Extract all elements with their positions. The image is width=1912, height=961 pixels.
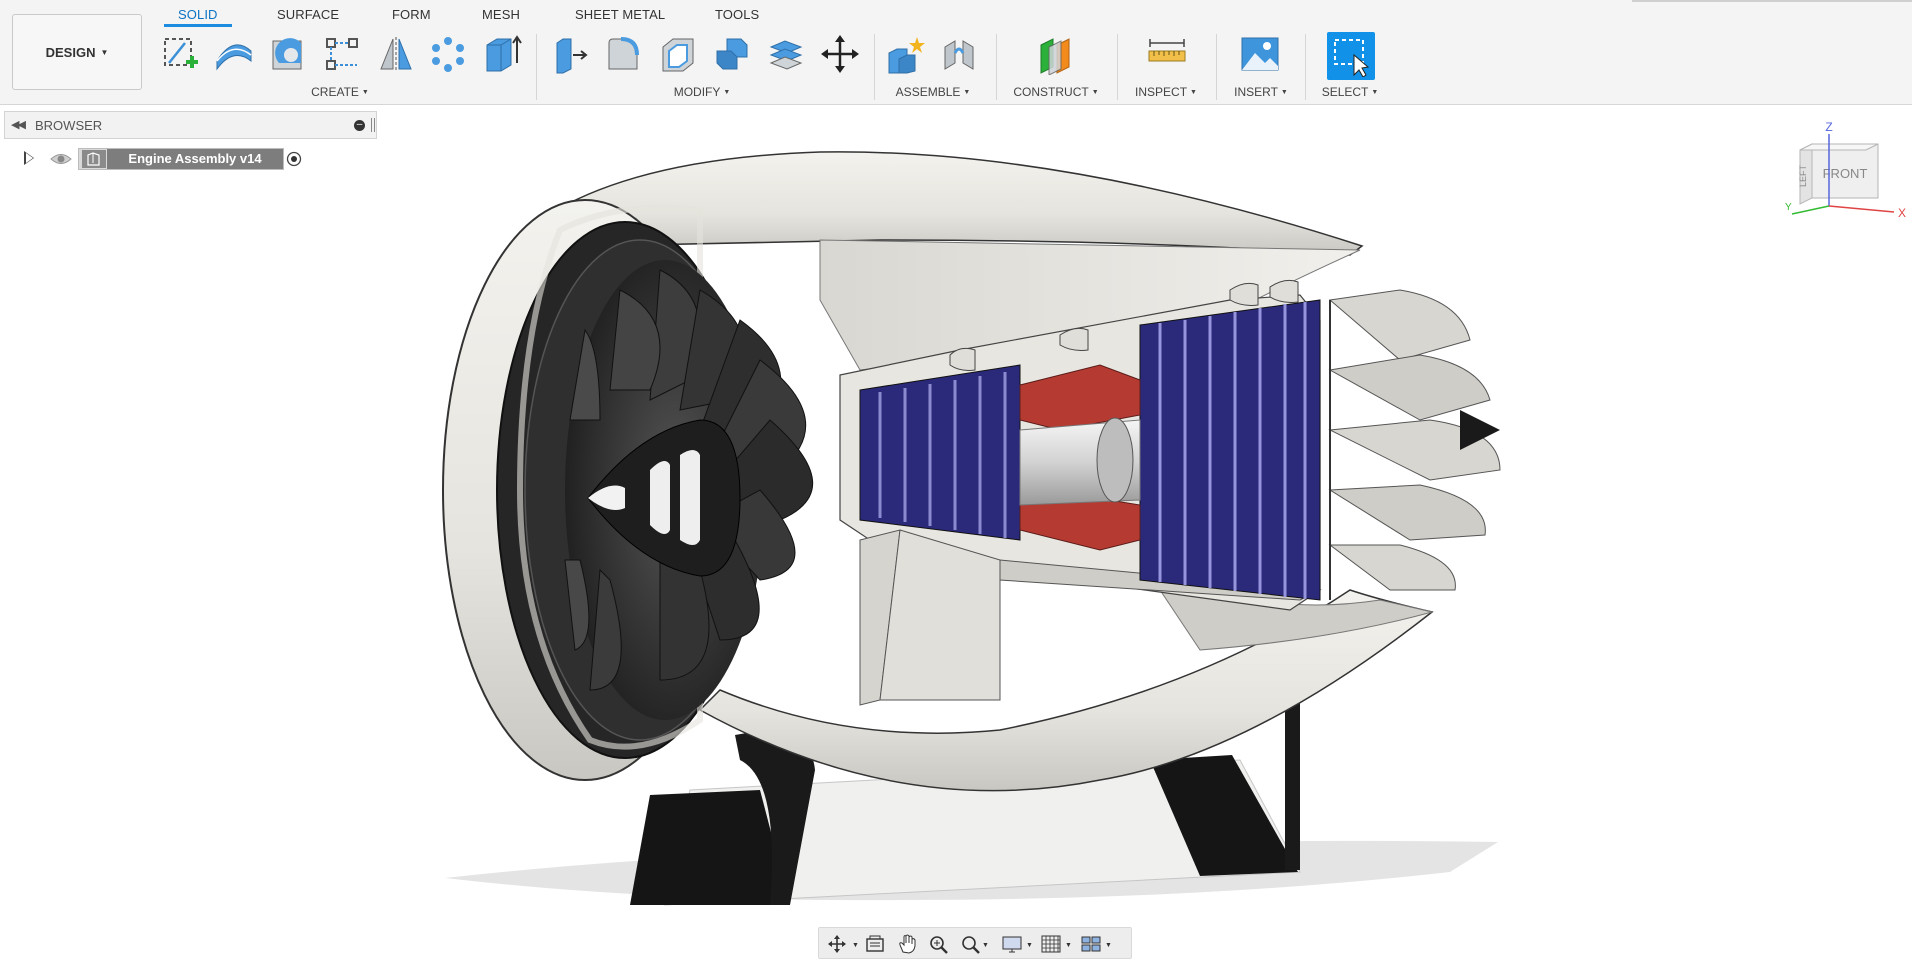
shell-icon[interactable] <box>656 32 700 76</box>
orbit-icon[interactable] <box>824 934 850 954</box>
project-icon[interactable] <box>320 32 364 76</box>
assemble-menu-label: ASSEMBLE <box>895 85 961 99</box>
insert-image-icon[interactable] <box>1238 32 1282 76</box>
combine-icon[interactable] <box>710 32 754 76</box>
extrude-icon[interactable] <box>480 32 524 76</box>
chevron-down-icon[interactable]: ▼ <box>982 942 989 949</box>
pattern-icon[interactable] <box>426 32 470 76</box>
tab-solid[interactable]: SOLID <box>178 7 218 22</box>
construct-menu-label: CONSTRUCT <box>1013 85 1089 99</box>
select-menu-label: SELECT <box>1321 85 1369 99</box>
chevron-down-icon: ▼ <box>963 89 971 96</box>
display-settings-icon[interactable] <box>1000 934 1026 954</box>
inspect-menu[interactable]: INSPECT ▼ <box>1135 85 1197 99</box>
engine-shaft <box>1019 417 1141 506</box>
toolbar-divider <box>1305 34 1306 100</box>
toolbar-divider <box>996 34 997 100</box>
chevron-down-icon[interactable]: ▼ <box>1065 942 1072 949</box>
new-component-icon[interactable] <box>884 32 928 76</box>
viewcube-left-label[interactable]: LEFT <box>1798 165 1808 188</box>
workspace-label: DESIGN <box>45 44 96 60</box>
toolbar-divider <box>874 34 875 100</box>
chevron-down-icon: ▼ <box>1091 89 1099 96</box>
revolve-icon[interactable] <box>266 32 310 76</box>
pan-icon[interactable] <box>894 934 920 954</box>
select-box-icon[interactable] <box>1327 32 1375 80</box>
chevron-down-icon: ▼ <box>723 89 731 96</box>
toolbar: DESIGN ▼ SOLID SURFACE FORM MESH SHEET M… <box>0 0 1912 105</box>
tab-bar: SOLID SURFACE FORM MESH SHEET METAL TOOL… <box>0 0 1912 30</box>
axis-z-label: Z <box>1825 120 1832 134</box>
chevron-down-icon: ▼ <box>1190 89 1197 96</box>
modify-menu[interactable]: MODIFY ▼ <box>674 85 731 99</box>
grid-icon[interactable] <box>1039 934 1065 954</box>
exhaust-lobes <box>1328 289 1501 600</box>
measure-icon[interactable] <box>1145 32 1189 76</box>
create-menu[interactable]: CREATE ▼ <box>311 85 369 99</box>
chevron-down-icon: ▼ <box>100 47 109 57</box>
view-cube[interactable]: FRONT LEFT Z X Y <box>1782 120 1906 230</box>
modify-menu-label: MODIFY <box>673 85 721 99</box>
tab-surface[interactable]: SURFACE <box>277 7 339 22</box>
navigation-bar: ▼ ▼ ▼ ▼ ▼ <box>818 927 1132 959</box>
chevron-down-icon: ▼ <box>361 89 369 96</box>
create-sketch-icon[interactable] <box>158 32 202 76</box>
move-icon[interactable] <box>818 32 862 76</box>
toolbar-divider <box>536 34 537 100</box>
canvas-viewport[interactable] <box>0 105 1912 925</box>
tab-mesh[interactable]: MESH <box>482 7 520 22</box>
select-menu[interactable]: SELECT ▼ <box>1322 85 1379 99</box>
offset-face-icon[interactable] <box>764 32 808 76</box>
insert-menu-label: INSERT <box>1234 85 1278 99</box>
toolbar-divider <box>1216 34 1217 100</box>
axis-x-label: X <box>1898 206 1906 220</box>
tab-form[interactable]: FORM <box>392 7 431 22</box>
tab-tools[interactable]: TOOLS <box>715 7 759 22</box>
joint-icon[interactable] <box>938 32 982 76</box>
create-menu-label: CREATE <box>311 85 359 99</box>
fit-icon[interactable] <box>958 934 984 954</box>
tab-sheet-metal[interactable]: SHEET METAL <box>575 7 665 22</box>
chevron-down-icon: ▼ <box>1280 89 1288 96</box>
viewports-icon[interactable] <box>1079 934 1105 954</box>
insert-menu[interactable]: INSERT ▼ <box>1234 85 1288 99</box>
chevron-down-icon[interactable]: ▼ <box>1026 942 1033 949</box>
mirror-icon[interactable] <box>374 32 418 76</box>
offset-plane-icon[interactable] <box>1034 32 1078 76</box>
chevron-down-icon[interactable]: ▼ <box>1105 942 1112 949</box>
fillet-icon[interactable] <box>602 32 646 76</box>
active-tab-indicator <box>164 24 232 27</box>
assemble-menu[interactable]: ASSEMBLE ▼ <box>896 85 971 99</box>
toolbar-divider <box>1117 34 1118 100</box>
sweep-icon[interactable] <box>212 32 256 76</box>
look-at-icon[interactable] <box>862 934 888 954</box>
construct-menu[interactable]: CONSTRUCT ▼ <box>1013 85 1098 99</box>
axis-y-label: Y <box>1785 202 1792 213</box>
chevron-down-icon: ▼ <box>1371 89 1379 96</box>
zoom-icon[interactable] <box>926 934 952 954</box>
chevron-down-icon[interactable]: ▼ <box>852 942 859 949</box>
press-pull-icon[interactable] <box>548 32 592 76</box>
inspect-menu-label: INSPECT <box>1135 85 1188 99</box>
